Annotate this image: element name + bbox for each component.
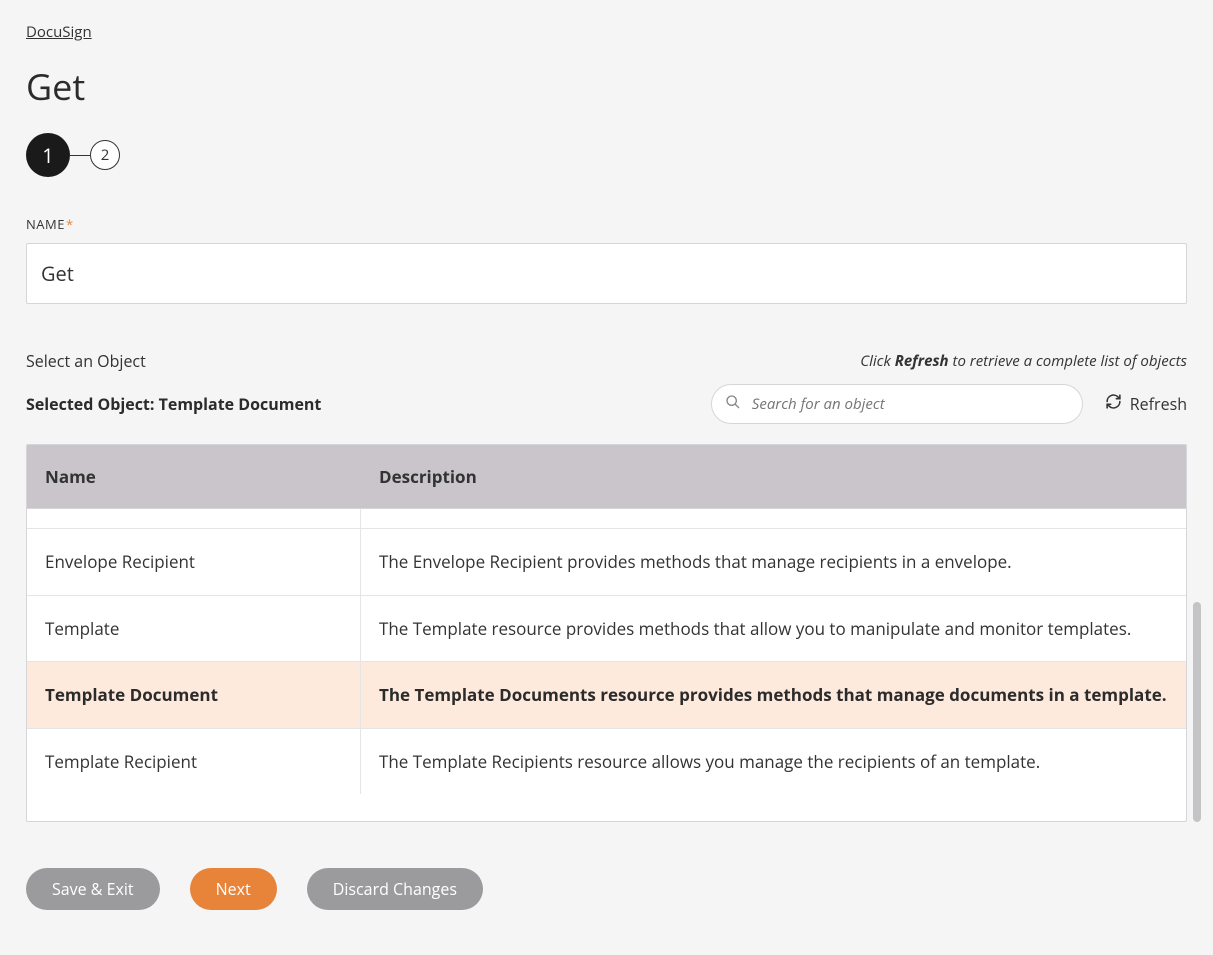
table-row[interactable]: Template The Template resource provides …	[27, 596, 1186, 663]
search-input[interactable]	[711, 384, 1083, 424]
cell-description: The Template Recipients resource allows …	[361, 729, 1186, 795]
name-label-text: NAME	[26, 215, 65, 233]
refresh-button[interactable]: Refresh	[1105, 393, 1187, 415]
name-field-label: NAME*	[26, 215, 1187, 233]
breadcrumb-link[interactable]: DocuSign	[26, 22, 92, 42]
cell-description: The Template Documents resource provides…	[361, 662, 1186, 728]
scrollbar[interactable]	[1193, 602, 1201, 822]
cell-name: Envelope Recipient	[27, 529, 361, 595]
cell-name	[27, 509, 361, 528]
step-connector	[70, 155, 90, 156]
hint-bold: Refresh	[895, 351, 949, 371]
cell-name: Template Recipient	[27, 729, 361, 795]
selected-object-label: Selected Object: Template Document	[26, 393, 321, 415]
name-input[interactable]	[26, 243, 1187, 304]
refresh-hint: Click Refresh to retrieve a complete lis…	[860, 351, 1187, 371]
cell-name: Template	[27, 596, 361, 662]
cell-description: The Template resource provides methods t…	[361, 596, 1186, 662]
table-header: Name Description	[27, 445, 1186, 509]
table-row[interactable]: Envelope Recipient The Envelope Recipien…	[27, 529, 1186, 596]
page-title: Get	[26, 62, 1187, 111]
select-object-label: Select an Object	[26, 350, 146, 372]
cell-description: The Envelope Recipient provides methods …	[361, 529, 1186, 595]
required-indicator: *	[66, 215, 74, 233]
step-1[interactable]: 1	[26, 133, 70, 177]
cell-description	[361, 509, 1186, 528]
stepper: 1 2	[26, 133, 1187, 177]
refresh-icon	[1105, 393, 1122, 415]
hint-prefix: Click	[860, 351, 894, 371]
hint-suffix: to retrieve a complete list of objects	[949, 351, 1187, 371]
save-exit-button[interactable]: Save & Exit	[26, 868, 160, 910]
object-table: Name Description Envelope Recipient The …	[26, 444, 1187, 822]
search-icon	[725, 393, 741, 415]
selected-value: Template Document	[159, 393, 322, 415]
th-name: Name	[27, 445, 361, 508]
table-row[interactable]: Template Recipient The Template Recipien…	[27, 729, 1186, 795]
table-row-selected[interactable]: Template Document The Template Documents…	[27, 662, 1186, 729]
next-button[interactable]: Next	[190, 868, 277, 910]
selected-prefix: Selected Object:	[26, 393, 159, 415]
discard-changes-button[interactable]: Discard Changes	[307, 868, 483, 910]
search-wrap	[711, 384, 1083, 424]
cell-name: Template Document	[27, 662, 361, 728]
footer-buttons: Save & Exit Next Discard Changes	[26, 868, 1187, 910]
step-2[interactable]: 2	[90, 140, 120, 170]
table-row[interactable]	[27, 509, 1186, 529]
table-body: Envelope Recipient The Envelope Recipien…	[27, 509, 1186, 821]
th-description: Description	[361, 445, 1186, 508]
refresh-label: Refresh	[1130, 393, 1187, 415]
